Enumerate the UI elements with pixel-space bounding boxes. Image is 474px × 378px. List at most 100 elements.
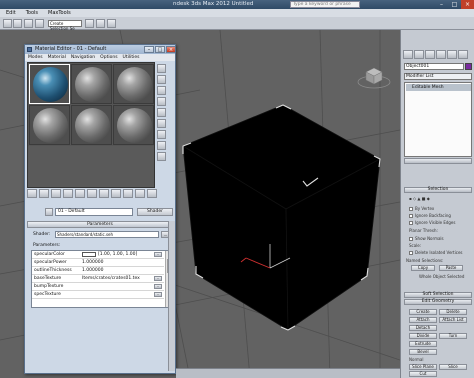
video-color-check-icon[interactable] bbox=[157, 108, 166, 117]
material-name-field[interactable]: 01 - Default bbox=[55, 208, 133, 216]
modifier-list-dropdown[interactable]: Modifier List bbox=[404, 73, 472, 80]
menu-options[interactable]: Options bbox=[100, 54, 117, 61]
selection-set-dropdown[interactable]: Create Selection Se bbox=[48, 20, 82, 31]
backlight-icon[interactable] bbox=[157, 75, 166, 84]
sample-slot[interactable] bbox=[113, 105, 154, 145]
parameters-rollout[interactable]: Parameters bbox=[27, 221, 173, 228]
object-name-field[interactable]: Object001 bbox=[404, 63, 464, 70]
menu-navigation[interactable]: Navigation bbox=[71, 54, 95, 61]
material-editor-scrollbar[interactable] bbox=[168, 221, 175, 371]
go-forward-sibling-icon[interactable] bbox=[147, 189, 157, 198]
put-to-scene-icon[interactable] bbox=[39, 189, 49, 198]
option-show-normals[interactable]: Show Normals bbox=[409, 236, 444, 241]
cut-button[interactable]: Cut bbox=[409, 371, 437, 377]
menu-material[interactable]: Material bbox=[48, 54, 66, 61]
unlink-icon[interactable] bbox=[35, 19, 44, 28]
material-map-navigator-icon[interactable] bbox=[157, 152, 166, 161]
param-browse-button[interactable]: .. bbox=[154, 276, 162, 281]
table-row[interactable]: specTexture .. bbox=[32, 291, 164, 299]
menu-edit[interactable]: Edit bbox=[6, 9, 16, 17]
minimize-icon[interactable]: – bbox=[435, 0, 448, 9]
option-delete-isolated[interactable]: Delete Isolated Vertices bbox=[409, 250, 462, 255]
options-icon[interactable] bbox=[157, 130, 166, 139]
select-by-material-icon[interactable] bbox=[157, 141, 166, 150]
background-icon[interactable] bbox=[157, 86, 166, 95]
slice-plane-button[interactable]: Slice Plane bbox=[409, 364, 437, 370]
option-ignore-visible-edges[interactable]: Ignore Visible Edges bbox=[409, 220, 455, 225]
modify-tab-icon[interactable] bbox=[414, 50, 424, 59]
delete-button[interactable]: Delete bbox=[439, 309, 467, 315]
select-link-icon[interactable] bbox=[24, 19, 33, 28]
menu-modes[interactable]: Modes bbox=[28, 54, 43, 61]
sample-slot[interactable] bbox=[113, 64, 154, 104]
param-browse-button[interactable]: .. bbox=[154, 284, 162, 289]
param-browse-button[interactable]: .. bbox=[154, 292, 162, 297]
option-ignore-backfacing[interactable]: Ignore Backfacing bbox=[409, 213, 451, 218]
display-tab-icon[interactable] bbox=[447, 50, 457, 59]
sample-slot[interactable] bbox=[71, 64, 112, 104]
divide-button[interactable]: Divide bbox=[409, 333, 437, 339]
table-row[interactable]: bumpTexture .. bbox=[32, 283, 164, 291]
cube-object[interactable] bbox=[182, 104, 381, 331]
redo-icon[interactable] bbox=[13, 19, 22, 28]
table-row[interactable]: outlineThickness 1.000000 bbox=[32, 267, 164, 275]
search-input[interactable]: Type a keyword or phrase bbox=[290, 1, 360, 8]
object-color-swatch[interactable] bbox=[465, 63, 472, 70]
table-row[interactable]: specularColor [1.00, 1.00, 1.00] .. bbox=[32, 251, 164, 259]
motion-tab-icon[interactable] bbox=[436, 50, 446, 59]
attach-list-button[interactable]: Attach List bbox=[439, 317, 467, 323]
make-unique-icon[interactable] bbox=[75, 189, 85, 198]
close-icon[interactable]: × bbox=[461, 0, 474, 9]
selection-level-icons[interactable]: ▪ ◇ ▲ ■ ◆ bbox=[409, 196, 430, 201]
rollout-selection[interactable]: Selection bbox=[404, 187, 472, 193]
param-value[interactable]: 1.000000 bbox=[82, 260, 103, 265]
go-to-parent-icon[interactable] bbox=[135, 189, 145, 198]
rollout-soft-selection[interactable]: Soft Selection bbox=[404, 292, 472, 298]
minimize-icon[interactable]: – bbox=[144, 46, 154, 53]
extrude-button[interactable]: Extrude bbox=[409, 341, 437, 347]
make-preview-icon[interactable] bbox=[157, 119, 166, 128]
menu-maxtools[interactable]: MaxTools bbox=[48, 9, 71, 17]
show-end-result-icon[interactable] bbox=[123, 189, 133, 198]
detach-button[interactable]: Detach bbox=[409, 325, 437, 331]
utilities-tab-icon[interactable] bbox=[458, 50, 468, 59]
material-id-icon[interactable] bbox=[99, 189, 109, 198]
undo-icon[interactable] bbox=[3, 19, 12, 28]
sample-type-icon[interactable] bbox=[157, 64, 166, 73]
create-button[interactable]: Create bbox=[409, 309, 437, 315]
sample-slot[interactable] bbox=[71, 105, 112, 145]
assign-material-icon[interactable] bbox=[51, 189, 61, 198]
copy-button[interactable]: Copy bbox=[411, 265, 435, 271]
shader-path-field[interactable]: Shaders/standard/static.seh bbox=[55, 231, 159, 238]
param-browse-button[interactable]: .. bbox=[154, 252, 162, 257]
create-tab-icon[interactable] bbox=[403, 50, 413, 59]
rollout-edit-geometry[interactable]: Edit Geometry bbox=[404, 299, 472, 305]
maximize-icon[interactable]: □ bbox=[155, 46, 165, 53]
param-value[interactable]: 1.000000 bbox=[82, 268, 103, 273]
sample-uv-tiling-icon[interactable] bbox=[157, 97, 166, 106]
material-type-button[interactable]: Shader bbox=[137, 208, 173, 216]
menu-utilities[interactable]: Utilities bbox=[123, 54, 140, 61]
mirror-icon[interactable] bbox=[96, 19, 105, 28]
sample-slot[interactable] bbox=[29, 64, 70, 104]
timeline-strip[interactable] bbox=[176, 368, 400, 378]
sample-slot[interactable] bbox=[29, 105, 70, 145]
paste-button[interactable]: Paste bbox=[439, 265, 463, 271]
color-swatch[interactable] bbox=[82, 252, 96, 257]
viewcube-icon[interactable] bbox=[357, 67, 391, 89]
pick-material-icon[interactable] bbox=[45, 208, 53, 216]
turn-button[interactable]: Turn bbox=[439, 333, 467, 339]
show-map-icon[interactable] bbox=[111, 189, 121, 198]
maximize-icon[interactable]: □ bbox=[448, 0, 461, 9]
named-selection-icon[interactable] bbox=[85, 19, 94, 28]
reset-map-icon[interactable] bbox=[63, 189, 73, 198]
option-by-vertex[interactable]: By Vertex bbox=[409, 206, 434, 211]
close-icon[interactable]: × bbox=[166, 46, 175, 53]
slice-button[interactable]: Slice bbox=[439, 364, 467, 370]
get-material-icon[interactable] bbox=[27, 189, 37, 198]
stack-item-editable-mesh[interactable]: Editable Mesh bbox=[406, 84, 471, 91]
align-icon[interactable] bbox=[107, 19, 116, 28]
hierarchy-tab-icon[interactable] bbox=[425, 50, 435, 59]
put-to-library-icon[interactable] bbox=[87, 189, 97, 198]
bevel-button[interactable]: Bevel bbox=[409, 349, 437, 355]
